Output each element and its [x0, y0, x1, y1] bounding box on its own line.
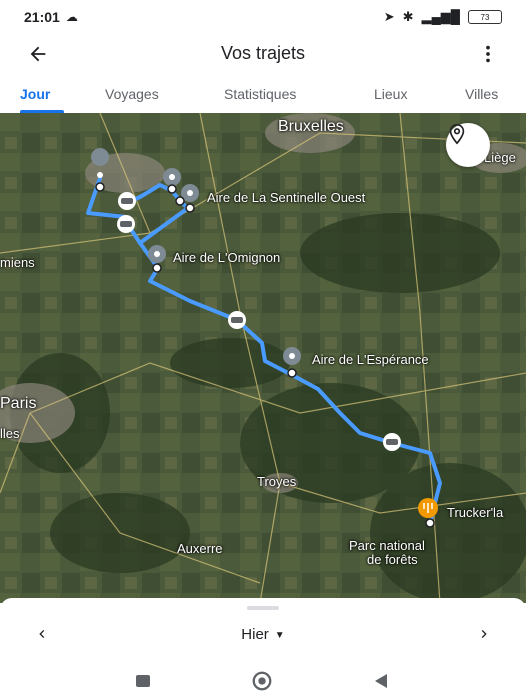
- status-bar: 21:01 ☁ ➤ ✱ ▂▄▆█ 73: [0, 0, 526, 34]
- date-label: Hier: [241, 626, 269, 643]
- park-label-line-2: de forêts: [367, 552, 418, 567]
- city-label-partial: lles: [0, 426, 20, 441]
- tab-jour[interactable]: Jour: [20, 86, 50, 102]
- signal-icon: ▂▄▆█: [421, 9, 460, 24]
- poi-label-trucker: Trucker'la: [447, 505, 504, 520]
- system-navigation-bar: [0, 660, 526, 700]
- app-bar: Vos trajets: [0, 34, 526, 74]
- recents-square-icon: [136, 675, 150, 687]
- place-marker-esperance[interactable]: [283, 347, 301, 365]
- status-time: 21:01: [24, 9, 60, 25]
- poi-label-esperance: Aire de L'Espérance: [312, 352, 429, 367]
- tab-bar: Jour Voyages Statistiques Lieux Villes: [0, 74, 526, 114]
- page-title: Vos trajets: [220, 43, 306, 63]
- back-nav-button[interactable]: [370, 670, 392, 692]
- city-label-bruxelles: Bruxelles: [278, 118, 344, 135]
- navigation-icon: ➤: [383, 9, 395, 24]
- car-icon: [383, 433, 401, 451]
- place-marker-2[interactable]: [163, 168, 181, 186]
- date-selector[interactable]: Hier ▼: [0, 626, 526, 643]
- city-label-troyes: Troyes: [257, 474, 297, 489]
- tab-villes[interactable]: Villes: [465, 86, 498, 102]
- more-vert-icon: [486, 45, 490, 63]
- bluetooth-icon: ✱: [402, 9, 414, 24]
- tab-voyages[interactable]: Voyages: [105, 86, 159, 102]
- home-circle-icon: [252, 671, 272, 691]
- date-navigation-sheet: Hier ▼: [0, 598, 526, 660]
- poi-label-omignon: Aire de L'Omignon: [173, 250, 281, 265]
- status-icons: ➤ ✱ ▂▄▆█ 73: [384, 9, 502, 25]
- poi-label-sentinelle: Aire de La Sentinelle Ouest: [207, 190, 366, 205]
- city-label-paris: Paris: [0, 395, 37, 412]
- restaurant-marker[interactable]: [418, 498, 438, 518]
- drag-handle[interactable]: [247, 606, 279, 610]
- location-pin-icon: [449, 124, 465, 145]
- location-pin-button[interactable]: [446, 123, 490, 167]
- cloud-icon: ☁: [65, 10, 78, 24]
- tab-statistiques[interactable]: Statistiques: [224, 86, 296, 102]
- home-button[interactable]: [251, 670, 273, 692]
- city-label-auxerre: Auxerre: [177, 541, 223, 556]
- map-view[interactable]: Bruxelles Liège miens Paris lles Troyes …: [0, 113, 526, 603]
- car-icon: [228, 311, 246, 329]
- place-marker-omignon[interactable]: [148, 245, 166, 263]
- battery-level: 73: [480, 12, 490, 22]
- more-options-button[interactable]: [472, 38, 504, 70]
- back-triangle-icon: [375, 674, 387, 688]
- city-label-amiens: miens: [0, 255, 35, 270]
- tab-lieux[interactable]: Lieux: [374, 86, 407, 102]
- park-label-line-1: Parc national: [349, 538, 425, 553]
- car-icon: [117, 215, 135, 233]
- dropdown-caret-icon: ▼: [274, 629, 285, 641]
- car-icon: [118, 192, 136, 210]
- next-day-button[interactable]: [472, 622, 496, 646]
- recents-button[interactable]: [132, 670, 154, 692]
- satellite-map[interactable]: [0, 113, 526, 603]
- chevron-right-icon: [481, 630, 487, 638]
- battery-icon: 73: [468, 10, 502, 24]
